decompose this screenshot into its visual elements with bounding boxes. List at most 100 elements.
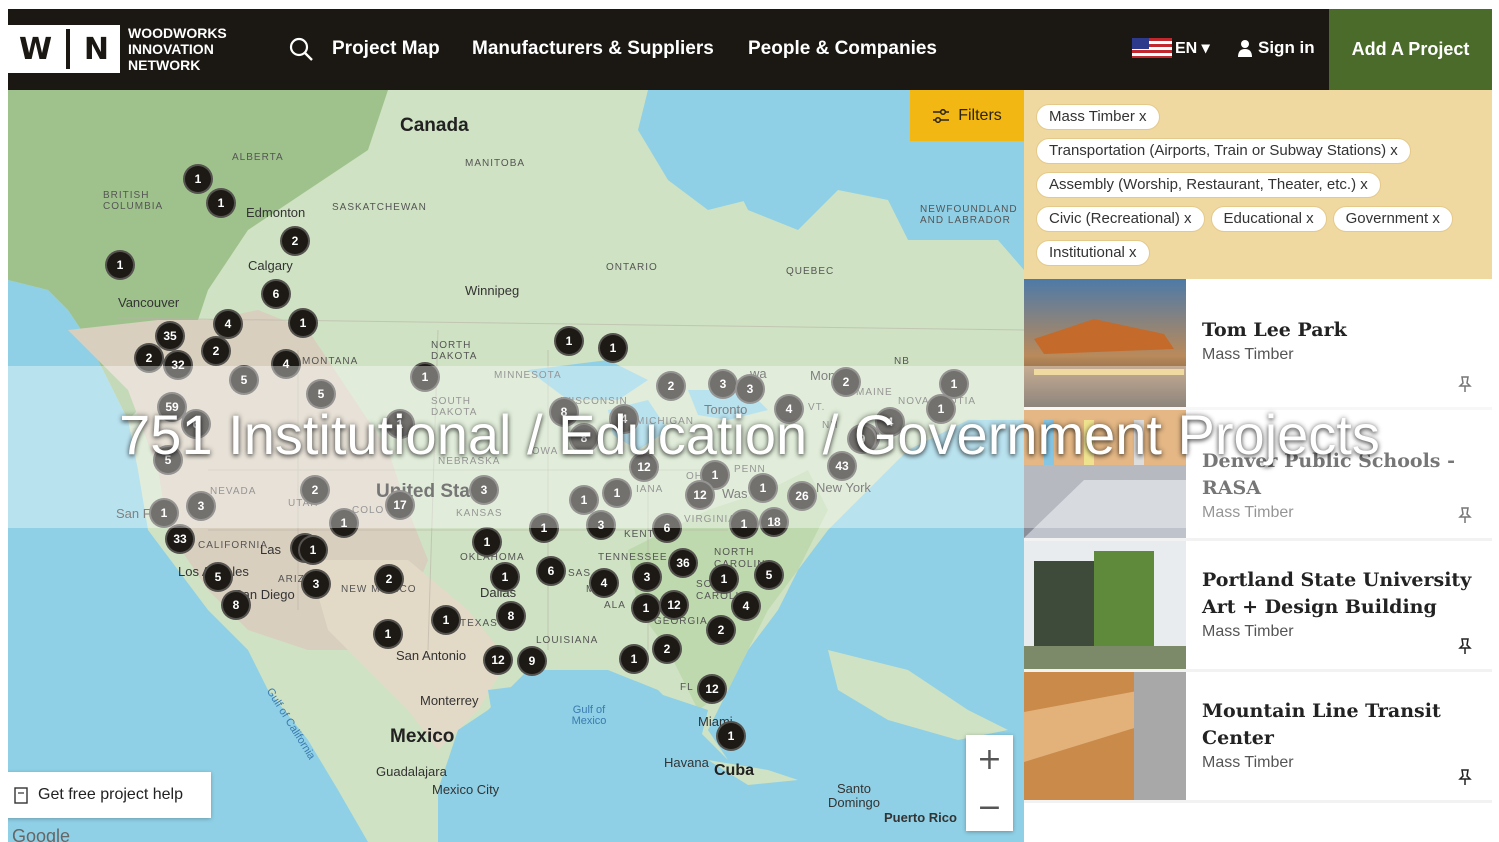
project-cluster-marker[interactable]: 6 [536, 556, 566, 586]
project-cluster-marker[interactable]: 6 [261, 279, 291, 309]
project-cluster-marker[interactable]: 1 [631, 593, 661, 623]
filter-tag[interactable]: Transportation (Airports, Train or Subwa… [1036, 138, 1411, 164]
project-cluster-marker[interactable]: 12 [697, 674, 727, 704]
pin-icon[interactable] [1456, 768, 1474, 786]
project-cluster-marker[interactable]: 1 [431, 605, 461, 635]
filter-tag[interactable]: Educational x [1210, 206, 1327, 232]
label-las-vegas: Las [260, 542, 281, 557]
project-cluster-marker[interactable]: 1 [288, 308, 318, 338]
label-vancouver: Vancouver [118, 295, 180, 310]
label-saskatchewan: SASKATCHEWAN [332, 202, 427, 213]
project-title[interactable]: Portland State University Art + Design B… [1202, 567, 1492, 621]
site-logo[interactable]: W N WOODWORKS INNOVATION NETWORK [8, 25, 227, 73]
label-mexico: Mexico [390, 726, 455, 747]
project-cluster-marker[interactable]: 1 [206, 188, 236, 218]
project-title[interactable]: Tom Lee Park [1202, 317, 1347, 344]
google-attribution: Google [12, 826, 71, 842]
project-cluster-marker[interactable]: 2 [652, 634, 682, 664]
project-cluster-marker[interactable]: 3 [301, 569, 331, 599]
label-winnipeg: Winnipeg [465, 283, 520, 298]
project-help-label: Get free project help [38, 786, 183, 803]
project-cluster-marker[interactable]: 2 [201, 336, 231, 366]
project-cluster-marker[interactable]: 1 [709, 564, 739, 594]
label-arkansas: SAS [568, 568, 592, 579]
project-cluster-marker[interactable]: 2 [280, 226, 310, 256]
overlay-title: 751 Institutional / Education / Governme… [119, 403, 1380, 466]
project-cluster-marker[interactable]: 1 [373, 619, 403, 649]
project-title[interactable]: Mountain Line Transit Center [1202, 698, 1492, 752]
sign-in-label: Sign in [1258, 38, 1315, 57]
label-santo-domingo: Santo Domingo [827, 781, 881, 810]
project-card[interactable]: Mountain Line Transit Center Mass Timber [1024, 672, 1492, 803]
nav-manufacturers[interactable]: Manufacturers & Suppliers [472, 38, 714, 60]
project-cluster-marker[interactable]: 12 [659, 590, 689, 620]
project-cluster-marker[interactable]: 33 [165, 524, 195, 554]
project-cluster-marker[interactable]: 1 [619, 644, 649, 674]
filter-tag[interactable]: Institutional x [1036, 240, 1150, 266]
active-filter-tags: Mass Timber x Transportation (Airports, T… [1024, 90, 1492, 279]
us-flag-icon[interactable] [1132, 38, 1172, 58]
project-cluster-marker[interactable]: 5 [754, 560, 784, 590]
label-puerto-rico: Puerto Rico [884, 810, 957, 825]
label-mexico-city: Mexico City [432, 782, 500, 797]
project-cluster-marker[interactable]: 8 [496, 601, 526, 631]
project-cluster-marker[interactable]: 3 [632, 562, 662, 592]
label-louisiana: LOUISIANA [536, 635, 599, 646]
project-cluster-marker[interactable]: 2 [706, 615, 736, 645]
label-manitoba: MANITOBA [465, 158, 526, 169]
project-cluster-marker[interactable]: 1 [554, 326, 584, 356]
zoom-out-button[interactable]: − [966, 783, 1013, 831]
project-cluster-marker[interactable]: 1 [490, 562, 520, 592]
add-project-button[interactable]: Add A Project [1329, 9, 1492, 90]
filter-tag[interactable]: Civic (Recreational) x [1036, 206, 1205, 232]
filter-tag[interactable]: Government x [1332, 206, 1453, 232]
label-florida: FL [680, 682, 694, 693]
label-ontario: ONTARIO [606, 262, 658, 273]
project-category: Mass Timber [1202, 346, 1294, 363]
project-cluster-marker[interactable]: 4 [731, 591, 761, 621]
logo-letter-n: N [83, 31, 109, 67]
label-monterrey: Monterrey [420, 693, 479, 708]
logo-line-3: NETWORK [128, 57, 201, 73]
label-kentucky: KENT [624, 529, 655, 540]
project-cluster-marker[interactable]: 1 [105, 250, 135, 280]
label-quebec: QUEBEC [786, 266, 835, 277]
project-help-button[interactable]: Get free project help [8, 772, 211, 818]
label-san-antonio: San Antonio [396, 648, 467, 663]
zoom-control: + − [966, 735, 1013, 831]
sliders-icon [933, 108, 950, 123]
nav-people-companies[interactable]: People & Companies [748, 38, 937, 60]
filter-tag[interactable]: Mass Timber x [1036, 104, 1160, 130]
pin-icon[interactable] [1456, 637, 1474, 655]
language-selector[interactable]: EN ▾ [1175, 38, 1210, 58]
clipboard-icon [14, 787, 28, 804]
project-cluster-marker[interactable]: 1 [183, 164, 213, 194]
label-gulf-of-mexico: Gulf of Mexico [571, 704, 607, 727]
project-cluster-marker[interactable]: 1 [598, 333, 628, 363]
zoom-in-button[interactable]: + [966, 735, 1013, 783]
project-cluster-marker[interactable]: 5 [203, 562, 233, 592]
label-alberta: ALBERTA [232, 152, 284, 163]
filters-button[interactable]: Filters [910, 90, 1024, 141]
project-card[interactable]: Portland State University Art + Design B… [1024, 541, 1492, 672]
filter-tag[interactable]: Assembly (Worship, Restaurant, Theater, … [1036, 172, 1381, 198]
project-cluster-marker[interactable]: 36 [668, 548, 698, 578]
project-cluster-marker[interactable]: 8 [221, 590, 251, 620]
project-cluster-marker[interactable]: 1 [472, 527, 502, 557]
project-cluster-marker[interactable]: 1 [298, 535, 328, 565]
logo-line-2: INNOVATION [128, 41, 214, 57]
project-thumbnail [1024, 541, 1186, 669]
project-thumbnail [1024, 672, 1186, 800]
project-cluster-marker[interactable]: 4 [589, 568, 619, 598]
project-cluster-marker[interactable]: 4 [213, 309, 243, 339]
nav-project-map[interactable]: Project Map [332, 38, 440, 60]
project-cluster-marker[interactable]: 9 [517, 646, 547, 676]
label-canada: Canada [400, 115, 469, 136]
search-icon[interactable] [288, 36, 314, 62]
project-cluster-marker[interactable]: 1 [716, 721, 746, 751]
label-newfoundland: NEWFOUNDLAND AND LABRADOR [920, 204, 1018, 226]
project-cluster-marker[interactable]: 2 [374, 564, 404, 594]
project-cluster-marker[interactable]: 12 [483, 645, 513, 675]
label-alabama: ALA [604, 600, 626, 611]
sign-in-link[interactable]: Sign in [1238, 38, 1315, 58]
